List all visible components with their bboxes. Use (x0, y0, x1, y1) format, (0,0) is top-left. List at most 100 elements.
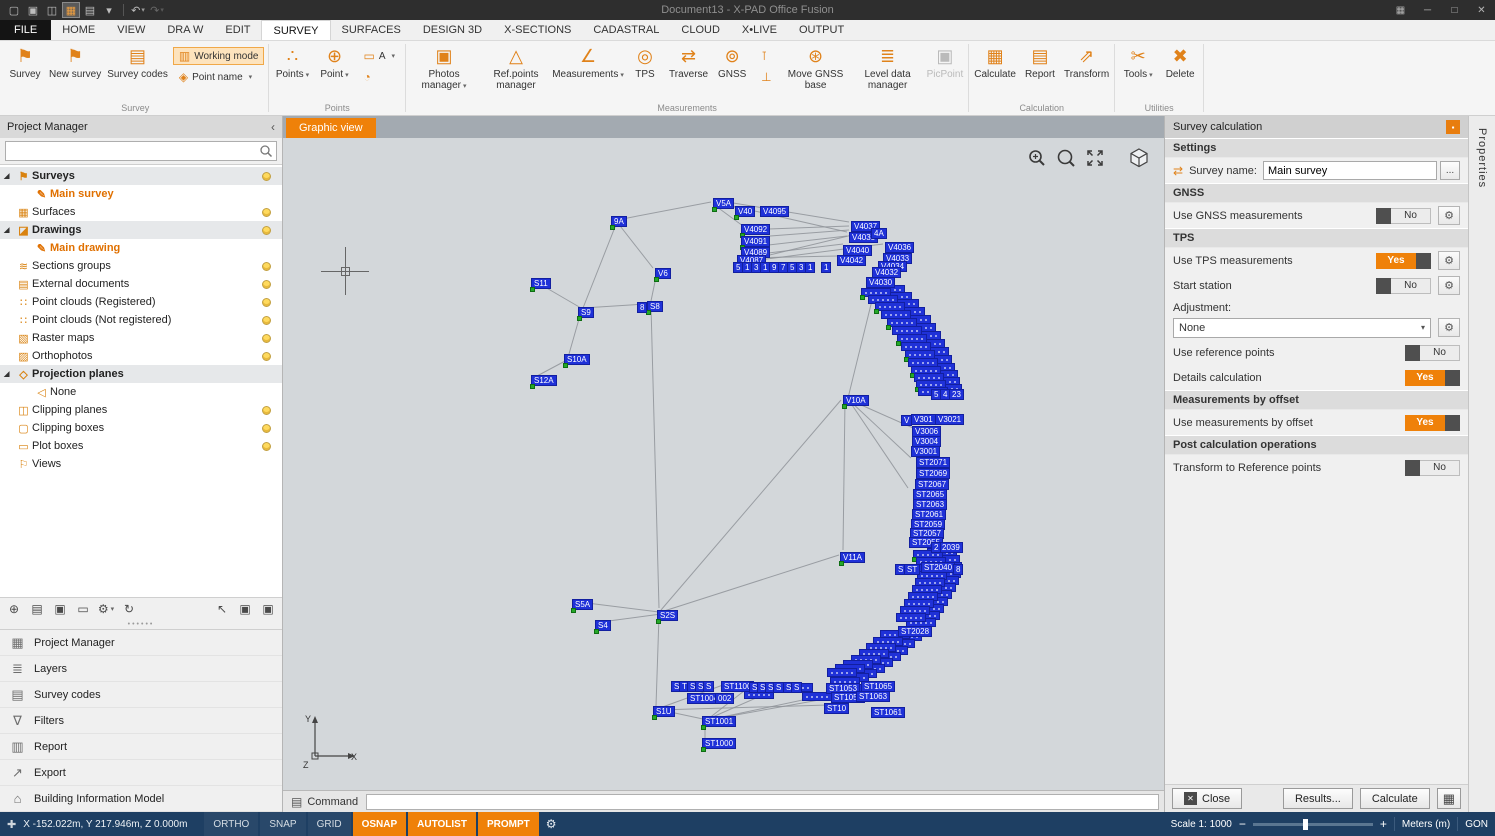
tree-item-plot-boxes[interactable]: ▭Plot boxes (0, 437, 282, 455)
zoom-window-icon[interactable] (1056, 148, 1076, 168)
save-icon[interactable]: ◫ (43, 2, 61, 18)
scale-slider[interactable] (1253, 823, 1373, 826)
search-input[interactable] (6, 145, 259, 157)
transform-button[interactable]: ⇗Transform (1061, 43, 1112, 82)
tree-item-drawings[interactable]: ◢◪Drawings (0, 221, 282, 239)
survey-point-s9[interactable]: S9 (578, 307, 594, 318)
ribbon-tab-surfaces[interactable]: SURFACES (331, 20, 412, 40)
delete-button[interactable]: ✖Delete (1159, 43, 1201, 82)
survey-point-v301[interactable]: V301 (911, 414, 936, 425)
survey-point-st10[interactable]: ST10 (824, 703, 849, 714)
survey-point-v4030[interactable]: V4030 (866, 277, 895, 288)
point-name-button[interactable]: ◈Point name▾ (173, 68, 265, 86)
survey-point-2039[interactable]: 2039 (939, 542, 963, 553)
panel-tab-export[interactable]: ↗Export (0, 760, 282, 786)
panel-menu-icon[interactable]: ▪ (1446, 120, 1460, 134)
tab-graphic-view[interactable]: Graphic view (286, 118, 376, 138)
survey-button[interactable]: ⚑Survey (4, 43, 46, 82)
survey-point-st1063[interactable]: ST1063 (856, 691, 890, 702)
survey-point-s2s[interactable]: S2S (657, 610, 678, 621)
survey-point-st2069[interactable]: ST2069 (916, 468, 950, 479)
survey-point-label[interactable]: 1 (821, 262, 831, 273)
calculator-icon[interactable]: ▦ (1437, 788, 1461, 809)
panel-tab-building-information-model[interactable]: ⌂Building Information Model (0, 786, 282, 812)
maximize-icon[interactable]: □ (1441, 0, 1468, 20)
points-button[interactable]: ∴Points▾ (271, 43, 313, 83)
undo-icon[interactable]: ↶▾ (129, 2, 147, 18)
tree-item-main-drawing[interactable]: ✎Main drawing (0, 239, 282, 257)
point-annotation-button[interactable]: ▭A▾ (357, 47, 401, 65)
toggle-yes[interactable]: Yes (1405, 415, 1460, 431)
panel-tab-survey-codes[interactable]: ▤Survey codes (0, 682, 282, 708)
visibility-bulb-icon[interactable] (262, 172, 271, 181)
tree-item-orthophotos[interactable]: ▨Orthophotos (0, 347, 282, 365)
visibility-bulb-icon[interactable] (262, 226, 271, 235)
ribbon-tab-cloud[interactable]: CLOUD (670, 20, 731, 40)
expander-icon[interactable]: ◢ (4, 226, 15, 234)
scale-minus[interactable]: − (1239, 817, 1246, 831)
survey-point-st1061[interactable]: ST1061 (871, 707, 905, 718)
tree-item-point-clouds-registered[interactable]: ∷Point clouds (Registered) (0, 293, 282, 311)
move-gnss-base-button[interactable]: ⊛Move GNSS base (780, 43, 852, 93)
visibility-bulb-icon[interactable] (262, 424, 271, 433)
ribbon-tab-file[interactable]: FILE (0, 20, 51, 40)
view-3d-cube-icon[interactable] (1128, 147, 1150, 169)
visibility-bulb-icon[interactable] (262, 406, 271, 415)
statusbar-toggle-ortho[interactable]: ORTHO (204, 812, 258, 836)
qat-menu-icon[interactable]: ▾ (100, 2, 118, 18)
window-panels-icon[interactable]: ▦ (1387, 0, 1414, 20)
command-input[interactable] (366, 794, 1159, 810)
add-icon[interactable]: ⊕ (5, 600, 23, 618)
tree-item-point-clouds-not-registered[interactable]: ∷Point clouds (Not registered) (0, 311, 282, 329)
screen-icon[interactable]: ▭ (74, 600, 92, 618)
survey-point-v6[interactable]: V6 (655, 268, 671, 279)
toggle-no[interactable]: No (1376, 208, 1431, 224)
open-icon[interactable]: ▣ (24, 2, 42, 18)
statusbar-toggle-prompt[interactable]: PROMPT (478, 812, 539, 836)
tree-item-surfaces[interactable]: ▦Surfaces (0, 203, 282, 221)
ribbon-tab-edit[interactable]: EDIT (214, 20, 261, 40)
refresh-icon[interactable]: ↻ (120, 600, 138, 618)
survey-point-s4[interactable]: S4 (595, 620, 611, 631)
survey-point-9a[interactable]: 9A (611, 216, 627, 227)
gear-icon[interactable]: ⚙ (1438, 276, 1460, 295)
survey-point-v4091[interactable]: V4091 (741, 236, 770, 247)
survey-point-v4042[interactable]: V4042 (837, 255, 866, 266)
panel-tab-report[interactable]: ▥Report (0, 734, 282, 760)
survey-point-v3021[interactable]: V3021 (935, 414, 964, 425)
ribbon-tab-x-sections[interactable]: X-SECTIONS (493, 20, 582, 40)
survey-point-st1001[interactable]: ST1001 (702, 716, 736, 727)
panel-tab-project-manager[interactable]: ▦Project Manager (0, 630, 282, 656)
visibility-bulb-icon[interactable] (262, 316, 271, 325)
minimize-icon[interactable]: ─ (1414, 0, 1441, 20)
toggle-no[interactable]: No (1405, 345, 1460, 361)
survey-point-label[interactable]: 8 (637, 302, 647, 313)
new-document-icon[interactable]: ▢ (5, 2, 23, 18)
close-icon[interactable]: ✕ (1468, 0, 1495, 20)
survey-point-label[interactable]: ST (904, 564, 920, 575)
survey-point-4a[interactable]: 4A (871, 228, 887, 239)
survey-point-s8[interactable]: S8 (647, 301, 663, 312)
drawing-canvas[interactable]: V5A9AV40V4095V4092V4091V4089V4087V4037V4… (283, 138, 1164, 790)
visibility-bulb-icon[interactable] (262, 442, 271, 451)
working-mode-button[interactable]: ▥Working mode (173, 47, 265, 65)
statusbar-settings-icon[interactable]: ⚙ (546, 817, 557, 831)
survey-point-label[interactable]: 8 (953, 564, 963, 575)
survey-point-label[interactable]: S (791, 682, 802, 693)
units-label[interactable]: Meters (m) (1402, 819, 1450, 830)
expander-icon[interactable]: ◢ (4, 172, 15, 180)
survey-point-v3001[interactable]: V3001 (911, 446, 940, 457)
toggle-yes[interactable]: Yes (1376, 253, 1431, 269)
results-button[interactable]: Results... (1283, 788, 1353, 809)
level-data-manager-button[interactable]: ≣Level data manager (852, 43, 924, 93)
properties-tab[interactable]: Properties (1468, 116, 1495, 812)
survey-point-v5a[interactable]: V5A (713, 198, 734, 209)
survey-point-st2071[interactable]: ST2071 (916, 457, 950, 468)
zoom-extents-icon[interactable] (1085, 148, 1105, 168)
survey-point-st1000[interactable]: ST1000 (702, 738, 736, 749)
survey-point-s12a[interactable]: S12A (531, 375, 557, 386)
statusbar-toggle-autolist[interactable]: AUTOLIST (408, 812, 476, 836)
scale-slider-thumb[interactable] (1303, 819, 1308, 830)
ribbon-tab-x-live[interactable]: X•LIVE (731, 20, 788, 40)
panel-grip[interactable]: •••••• (0, 619, 282, 629)
